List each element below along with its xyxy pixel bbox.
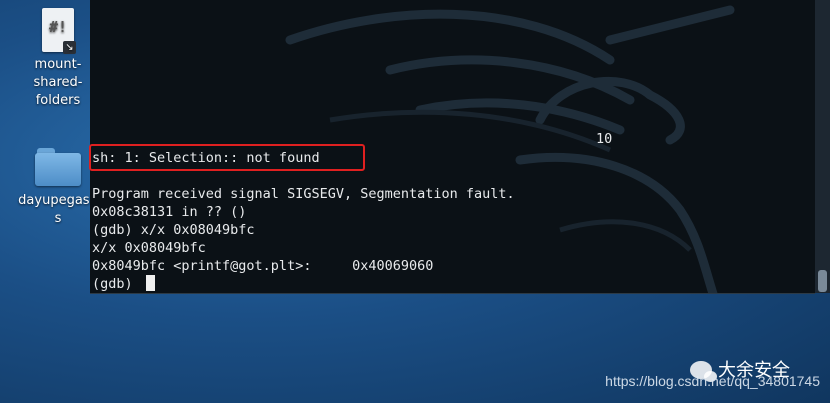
terminal-scrollbar[interactable] <box>815 0 830 293</box>
text-cursor <box>145 275 155 291</box>
scrollbar-thumb[interactable] <box>818 270 827 292</box>
desktop-icon-mount-shared-folders[interactable]: #! ↘ mount- shared- folders <box>18 8 98 110</box>
terminal-line: (gdb) x/x 0x08049bfc <box>92 222 255 238</box>
desktop-icon-label: folders <box>35 93 81 108</box>
desktop-icon-dayupegasus[interactable]: dayupegasu s <box>18 148 98 228</box>
terminal-line: Program received signal SIGSEGV, Segment… <box>92 186 515 202</box>
desktop-icon-label: mount- <box>34 57 82 72</box>
watermark-url: https://blog.csdn.net/qq_34801745 <box>605 373 820 389</box>
script-file-icon: #! ↘ <box>42 8 76 54</box>
folder-icon <box>35 148 81 186</box>
desktop-icon-label: dayupegasu <box>18 193 98 208</box>
desktop-icon-label: s <box>54 211 62 226</box>
terminal-line: 0x08c38131 in ?? () <box>92 204 247 220</box>
floating-output-number: 10 <box>596 131 613 147</box>
highlight-annotation-box <box>89 144 365 171</box>
terminal-line: 0x8049bfc <printf@got.plt>: 0x40069060 <box>92 258 434 274</box>
terminal-prompt-line[interactable]: (gdb) <box>92 275 155 293</box>
desktop-icon-label: shared- <box>33 75 83 90</box>
desktop: #! ↘ mount- shared- folders dayupegasu s <box>0 0 830 403</box>
terminal-line: x/x 0x08049bfc <box>92 240 206 256</box>
terminal-prompt: (gdb) <box>92 276 141 292</box>
